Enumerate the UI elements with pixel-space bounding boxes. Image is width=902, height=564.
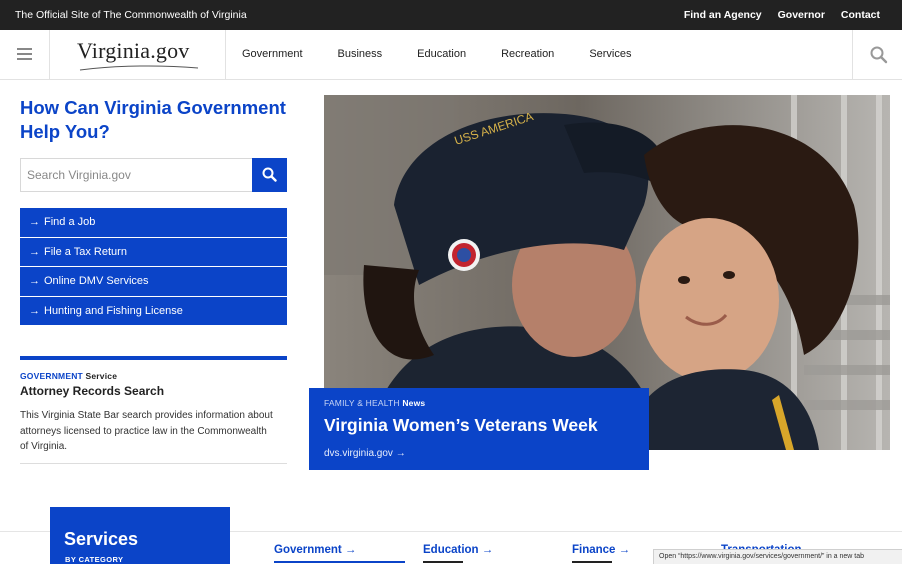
arrow-right-icon: →: [29, 304, 40, 317]
official-site-text: The Official Site of The Commonwealth of…: [15, 9, 247, 21]
service-eyebrow: Government Service: [20, 371, 287, 381]
category-underline-active: [274, 561, 405, 563]
quick-link-dmv[interactable]: → Online DMV Services: [20, 267, 287, 296]
quick-link-label: File a Tax Return: [44, 245, 127, 258]
category-government[interactable]: Government →: [274, 544, 356, 556]
contact-link[interactable]: Contact: [841, 9, 880, 21]
header-search-button[interactable]: [852, 30, 902, 79]
browser-status-bar: Open “https://www.virginia.gov/services/…: [653, 549, 902, 564]
services-subtitle: BY CATEGORY: [65, 555, 124, 564]
service-kind: Service: [85, 371, 118, 381]
main-nav: Government Business Education Recreation…: [242, 48, 667, 60]
category-underline: [572, 561, 612, 563]
logo-swoosh-icon: [79, 65, 199, 71]
search-icon: [870, 46, 888, 64]
official-site-bar: The Official Site of The Commonwealth of…: [0, 0, 902, 30]
arrow-right-icon: →: [29, 275, 40, 288]
quick-link-tax-return[interactable]: → File a Tax Return: [20, 237, 287, 266]
governor-link[interactable]: Governor: [778, 9, 825, 21]
arrow-right-icon: →: [29, 216, 40, 229]
nav-services[interactable]: Services: [589, 48, 631, 60]
top-links: Find an Agency Governor Contact: [684, 9, 880, 21]
featured-service-card: Government Service Attorney Records Sear…: [20, 356, 287, 464]
nav-recreation[interactable]: Recreation: [501, 48, 554, 60]
services-heading-box: Services BY CATEGORY: [50, 507, 230, 564]
category-education[interactable]: Education →: [423, 544, 493, 556]
nav-education[interactable]: Education: [417, 48, 466, 60]
find-agency-link[interactable]: Find an Agency: [684, 9, 762, 21]
virginia-gov-logo[interactable]: Virginia.gov: [50, 30, 226, 79]
service-description: This Virginia State Bar search provides …: [20, 410, 273, 452]
nav-business[interactable]: Business: [338, 48, 383, 60]
services-title: Services: [64, 529, 139, 549]
arrow-right-icon: →: [29, 245, 40, 258]
service-category: Government: [20, 371, 83, 381]
search-input[interactable]: [21, 159, 253, 191]
quick-link-hunting-fishing[interactable]: → Hunting and Fishing License: [20, 296, 287, 325]
logo-text: Virginia.gov: [77, 38, 190, 63]
quick-link-find-job[interactable]: → Find a Job: [20, 208, 287, 237]
nav-government[interactable]: Government: [242, 48, 303, 60]
search-submit-button[interactable]: [252, 158, 287, 192]
hero-headline: Virginia Women’s Veterans Week: [324, 415, 598, 435]
quick-link-label: Find a Job: [44, 216, 96, 229]
menu-button[interactable]: [0, 30, 50, 79]
site-header: Virginia.gov Government Business Educati…: [0, 30, 902, 80]
service-title-link[interactable]: Attorney Records Search: [20, 384, 287, 398]
quick-link-label: Hunting and Fishing License: [44, 304, 183, 317]
quick-links: → Find a Job → File a Tax Return → Onlin…: [20, 208, 287, 326]
hero-kind: News: [402, 398, 426, 408]
site-search: [20, 158, 287, 192]
hamburger-icon: [17, 48, 32, 60]
quick-link-label: Online DMV Services: [44, 275, 149, 288]
category-finance[interactable]: Finance →: [572, 544, 630, 556]
help-heading: How Can Virginia Government Help You?: [20, 97, 286, 142]
hero-eyebrow: Family & Health News: [324, 398, 425, 408]
divider: [20, 462, 287, 464]
hero-category: Family & Health: [324, 398, 400, 408]
category-underline: [423, 561, 463, 563]
hero-caption-card[interactable]: Family & Health News Virginia Women’s Ve…: [309, 388, 649, 470]
search-icon: [262, 167, 277, 182]
hero-source-link[interactable]: dvs.virginia.gov →: [324, 448, 406, 459]
